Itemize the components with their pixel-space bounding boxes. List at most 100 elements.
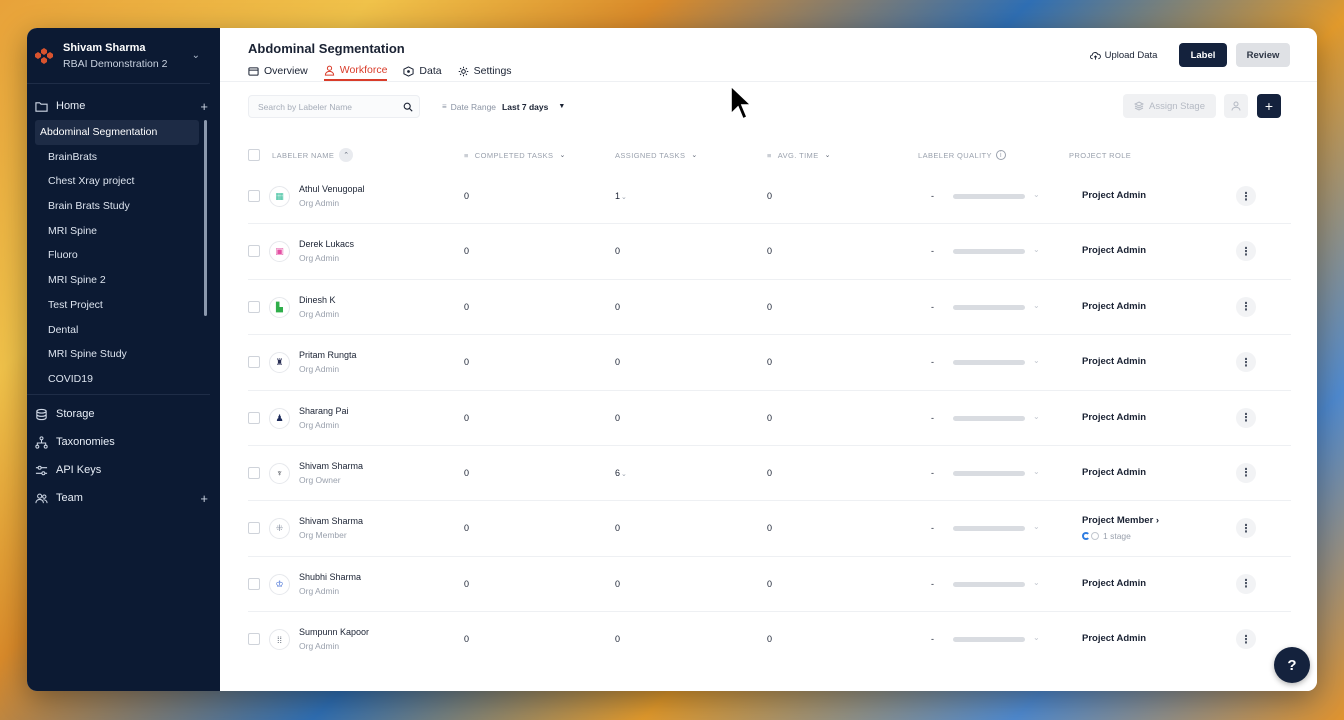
project-role[interactable]: Project Admin [1082,412,1146,423]
review-button[interactable]: Review [1236,43,1290,67]
sidebar-item-home[interactable]: Home + [27,95,220,117]
assign-stage-button[interactable]: Assign Stage [1123,94,1216,118]
quality-dropdown-icon[interactable]: ⌄ [1033,412,1040,421]
row-checkbox[interactable] [248,577,260,590]
quality-dropdown-icon[interactable]: ⌄ [1033,522,1040,531]
col-avg-time[interactable]: ≡ AVG. TIME ⌄ [767,145,831,165]
table-row[interactable]: ♔ Shubhi Sharma Org Admin 0 0 0 - ⌄ Project Admi… [248,557,1291,613]
row-checkbox[interactable] [248,300,260,313]
date-range-select[interactable]: ≡ Date Range Last 7 days ▼ [435,95,580,118]
sidebar-project-item[interactable]: Dental [35,318,199,343]
labeler-quality-value: - [931,412,934,423]
labeler-name: Pritam Rungta [299,350,357,361]
sidebar-project-item[interactable]: Brain Brats Study [35,194,199,219]
sidebar-item-storage[interactable]: Storage [27,400,210,428]
sidebar-project-item[interactable]: MRI Spine Study [35,342,199,367]
row-checkbox[interactable] [248,522,260,535]
chevron-down-icon[interactable]: ⌄ [192,50,200,61]
quality-dropdown-icon[interactable]: ⌄ [1033,245,1040,254]
scrollbar[interactable] [204,120,207,316]
quality-bar [953,526,1025,532]
table-row[interactable]: ♜ Pritam Rungta Org Admin 0 0 0 - ⌄ Project Admi… [248,335,1291,391]
row-checkbox[interactable] [248,356,260,369]
add-team-icon[interactable]: + [200,491,208,506]
table-row[interactable]: ♆ Shivam Sharma Org Owner 0 6⌄ 0- ⌄ Project Adm… [248,446,1291,502]
workspace-switcher[interactable]: Shivam Sharma RBAI Demonstration 2 ⌄ [27,28,210,84]
quality-dropdown-icon[interactable]: ⌄ [1033,301,1040,310]
manage-users-button[interactable] [1224,94,1248,118]
cloud-upload-icon [1089,51,1101,60]
help-button[interactable]: ? [1274,647,1310,683]
table-row[interactable]: ▣ Derek Lukacs Org Admin 0 0 0 - ⌄ Project Admin… [248,224,1291,280]
sidebar-project-item[interactable]: COVID19 [35,367,199,392]
row-menu-icon[interactable]: ⋮ [1236,518,1256,539]
table-row[interactable]: ▙ Dinesh K Org Admin 0 0 0 - ⌄ Project Admin ⋮ [248,280,1291,336]
assigned-tasks[interactable]: 6⌄ [615,468,627,478]
quality-dropdown-icon[interactable]: ⌄ [1033,190,1040,199]
row-menu-icon[interactable]: ⋮ [1236,241,1256,262]
chevron-down-icon[interactable]: ⌄ [621,471,627,478]
project-role[interactable]: Project Admin [1082,245,1146,256]
quality-bar [953,304,1025,310]
col-labeler-name[interactable]: LABELER NAME ⌃ [272,145,354,165]
sidebar-project-item[interactable]: Fluoro [35,243,199,268]
table-row[interactable]: ⁜ Shivam Sharma Org Member 0 0 0 - ⌄ Project Mem… [248,501,1291,557]
search-input[interactable] [258,101,403,112]
row-checkbox[interactable] [248,411,260,424]
quality-dropdown-icon[interactable]: ⌄ [1033,633,1040,642]
label-button[interactable]: Label [1179,43,1227,67]
sidebar-project-item[interactable]: MRI Spine 2 [35,268,199,293]
project-role[interactable]: Project Admin [1082,633,1146,644]
col-completed-tasks[interactable]: ≡ COMPLETED TASKS ⌄ [464,145,566,165]
select-all-checkbox-cell[interactable] [248,145,260,165]
table-row[interactable]: ▦ Athul Venugopal Org Admin 0 1⌄ 0- ⌄ Project A… [248,169,1291,225]
info-icon[interactable]: i [995,150,1006,160]
add-labeler-button[interactable]: + [1257,94,1281,118]
project-role[interactable]: Project Admin [1082,467,1146,478]
sort-up-icon[interactable]: ⌃ [339,148,354,162]
sidebar-project-item[interactable]: Test Project [35,293,199,318]
col-assigned-tasks[interactable]: ASSIGNED TASKS ⌄ [615,145,698,165]
assigned-tasks[interactable]: 1⌄ [615,191,627,201]
sidebar-item-api-keys[interactable]: API Keys [27,456,210,484]
upload-data-button[interactable]: Upload Data [1079,44,1168,66]
row-menu-icon[interactable]: ⋮ [1236,407,1256,428]
project-role[interactable]: Project Admin [1082,301,1146,312]
row-menu-icon[interactable]: ⋮ [1236,352,1256,373]
row-menu-icon[interactable]: ⋮ [1236,462,1256,483]
row-checkbox[interactable] [248,245,260,258]
row-menu-icon[interactable]: ⋮ [1236,629,1256,650]
tab-settings[interactable]: Settings [458,61,512,81]
sidebar-item-taxonomies[interactable]: Taxonomies [27,428,210,456]
folder-icon [248,66,259,76]
sidebar-project-item[interactable]: MRI Spine [35,219,199,244]
project-role[interactable]: Project Member › [1082,515,1159,526]
row-checkbox[interactable] [248,633,260,646]
row-menu-icon[interactable]: ⋮ [1236,186,1256,206]
sidebar-project-item[interactable]: Abdominal Segmentation [35,120,199,145]
table-row[interactable]: ♟ Sharang Pai Org Admin 0 0 0 - ⌄ Project Admin ⋮ [248,391,1291,446]
project-role[interactable]: Project Admin [1082,578,1146,589]
row-menu-icon[interactable]: ⋮ [1236,296,1256,317]
labeler-table-body: ▦ Athul Venugopal Org Admin 0 1⌄ 0- ⌄ Project A… [248,169,1291,668]
chevron-down-icon[interactable]: ⌄ [621,194,627,201]
tab-workforce[interactable]: Workforce [323,61,388,81]
search-field[interactable] [248,95,420,118]
sidebar-item-team[interactable]: Team + [27,484,210,512]
quality-dropdown-icon[interactable]: ⌄ [1033,578,1040,587]
quality-dropdown-icon[interactable]: ⌄ [1033,356,1040,365]
tab-overview[interactable]: Overview [248,61,308,81]
tab-data[interactable]: Data [403,61,442,81]
labeler-name: Athul Venugopal [299,184,365,194]
select-all-checkbox[interactable] [248,149,260,161]
sidebar-project-item[interactable]: BrainBrats [35,145,199,170]
table-row[interactable]: ⁞⁞ Sumpunn Kapoor Org Admin 0 0 0 - ⌄ Project Ad… [248,612,1291,667]
row-menu-icon[interactable]: ⋮ [1236,573,1256,594]
sidebar-project-item[interactable]: Chest Xray project [35,169,199,194]
project-role[interactable]: Project Admin [1082,356,1146,367]
quality-dropdown-icon[interactable]: ⌄ [1033,467,1040,476]
row-checkbox[interactable] [248,466,260,479]
row-checkbox[interactable] [248,190,260,202]
add-project-icon[interactable]: + [200,99,208,114]
project-role[interactable]: Project Admin [1082,190,1146,201]
